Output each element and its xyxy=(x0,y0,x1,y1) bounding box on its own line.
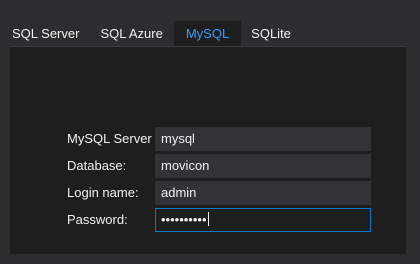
server-label: MySQL Server xyxy=(67,131,152,146)
tab-sql-server[interactable]: SQL Server xyxy=(12,21,90,46)
mysql-settings-panel: MySQL Server mysql Database: movicon Log… xyxy=(10,46,406,254)
database-input[interactable]: movicon xyxy=(155,154,371,178)
password-input[interactable]: •••••••••• xyxy=(155,208,371,232)
password-label: Password: xyxy=(67,212,128,227)
tab-strip: SQL Server SQL Azure MySQL SQLite xyxy=(12,21,312,46)
database-row: Database: movicon xyxy=(10,154,406,178)
login-name-label: Login name: xyxy=(67,185,139,200)
database-label: Database: xyxy=(67,158,127,173)
tab-sqlite[interactable]: SQLite xyxy=(251,21,302,46)
text-caret xyxy=(207,212,209,226)
password-mask: •••••••••• xyxy=(161,212,207,227)
tab-mysql[interactable]: MySQL xyxy=(173,21,242,46)
server-input[interactable]: mysql xyxy=(155,127,371,151)
login-row: Login name: admin xyxy=(10,181,406,205)
database-connection-window: SQL Server SQL Azure MySQL SQLite MySQL … xyxy=(0,0,420,264)
login-name-input[interactable]: admin xyxy=(155,181,371,205)
server-row: MySQL Server mysql xyxy=(10,127,406,151)
password-row: Password: •••••••••• xyxy=(10,208,406,232)
tab-sql-azure[interactable]: SQL Azure xyxy=(100,21,173,46)
